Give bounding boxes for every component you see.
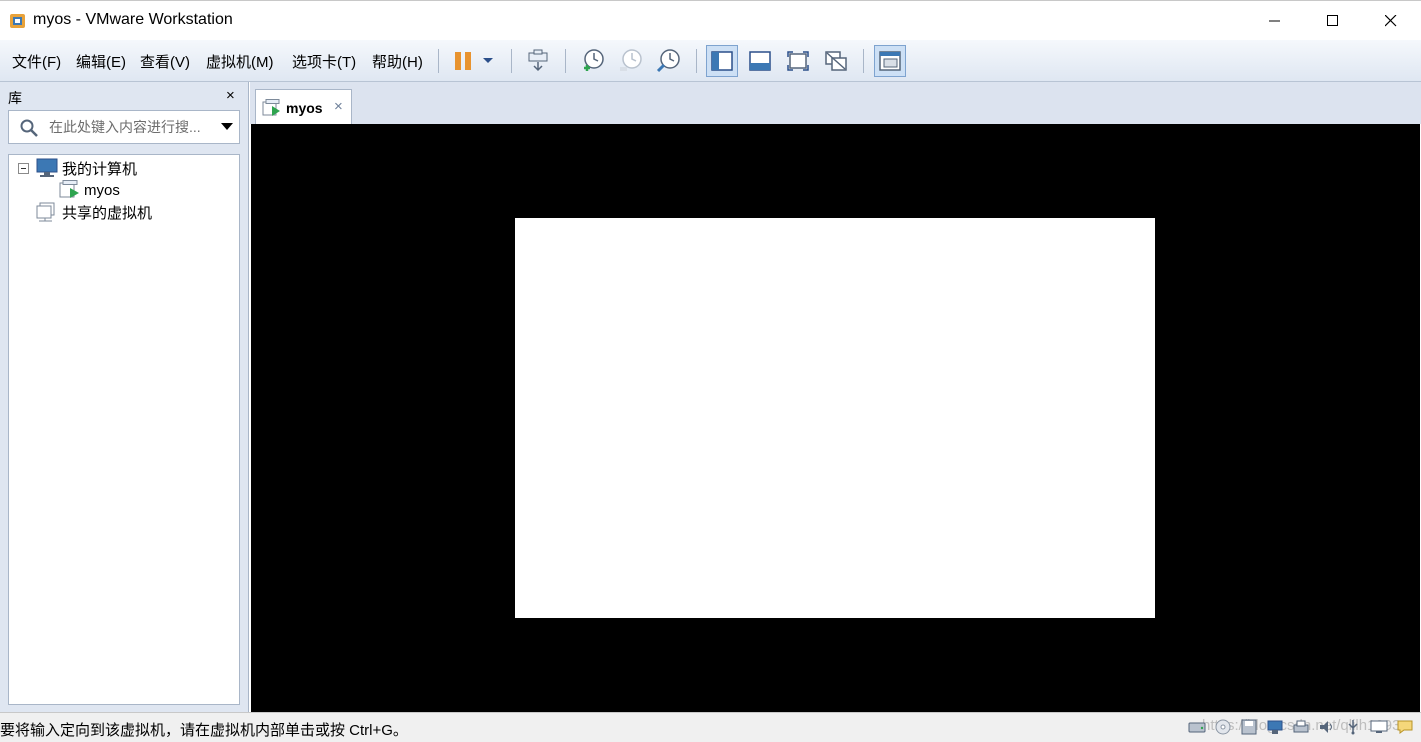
tree-item-my-computer[interactable]: 我的计算机 (36, 158, 137, 178)
maximize-button[interactable] (1304, 1, 1362, 41)
take-snapshot-button[interactable] (576, 45, 608, 77)
unity-icon (825, 51, 847, 71)
menu-vm[interactable]: 虚拟机(M) (206, 51, 274, 72)
toolbar-separator (511, 49, 512, 73)
hard-disk-icon[interactable] (1188, 719, 1206, 735)
tree-item-label: 我的计算机 (62, 160, 138, 178)
tree-item-shared-vms[interactable]: 共享的虚拟机 (36, 202, 152, 222)
maximize-icon (1327, 15, 1338, 26)
dropdown-arrow-icon (483, 58, 493, 63)
pause-icon (455, 52, 471, 70)
send-ctrl-alt-del-icon (528, 49, 548, 72)
floppy-icon[interactable] (1240, 719, 1258, 735)
display-icon[interactable] (1370, 719, 1388, 735)
library-close-button[interactable]: × (226, 88, 235, 103)
tab-strip: myos × (250, 82, 1421, 124)
close-icon (1385, 15, 1397, 27)
shared-vm-icon (36, 202, 55, 222)
cd-dvd-icon[interactable] (1214, 719, 1232, 735)
toolbar-separator (438, 49, 439, 73)
tab-myos[interactable]: myos × (255, 89, 352, 124)
show-library-icon (711, 51, 733, 71)
search-icon (20, 119, 38, 137)
status-bar: 要将输入定向到该虚拟机，请在虚拟机内部单击或按 Ctrl+G。 https://… (0, 712, 1421, 742)
library-pane: 库 × 我的计算机 myos 共享的虚拟机 (0, 82, 249, 712)
library-title: 库 (8, 90, 22, 106)
minimize-icon (1269, 20, 1280, 22)
take-snapshot-icon (584, 49, 604, 71)
send-ctrl-alt-del-button[interactable] (522, 45, 554, 77)
show-thumbnail-button[interactable] (744, 45, 776, 77)
vm-display[interactable] (515, 218, 1155, 618)
sound-card-icon[interactable] (1318, 719, 1336, 735)
minimize-button[interactable] (1246, 1, 1304, 41)
vm-console[interactable] (251, 124, 1420, 712)
full-screen-button[interactable] (782, 45, 814, 77)
snapshot-manager-icon (656, 49, 680, 73)
power-dropdown-button[interactable] (476, 45, 500, 77)
snapshot-manager-button[interactable] (652, 45, 684, 77)
tree-item-myos[interactable]: myos (59, 180, 120, 200)
menu-file[interactable]: 文件(F) (12, 51, 61, 72)
toolbar-separator (565, 49, 566, 73)
message-log-icon[interactable] (1396, 719, 1414, 735)
revert-snapshot-icon (620, 49, 642, 71)
computer-icon (36, 158, 58, 177)
menu-toolbar-bar: 文件(F) 编辑(E) 查看(V) 虚拟机(M) 选项卡(T) 帮助(H) (0, 40, 1421, 82)
menu-help[interactable]: 帮助(H) (372, 51, 423, 72)
network-adapter-icon[interactable] (1266, 719, 1284, 735)
usb-device-icon[interactable] (1344, 719, 1362, 735)
window-title: myos - VMware Workstation (33, 11, 233, 28)
revert-snapshot-button[interactable] (614, 45, 646, 77)
show-thumbnail-icon (749, 51, 771, 71)
menu-view[interactable]: 查看(V) (140, 51, 190, 72)
console-view-button[interactable] (874, 45, 906, 77)
show-library-button[interactable] (706, 45, 738, 77)
tab-label: myos (286, 100, 323, 116)
tree-item-label: 共享的虚拟机 (62, 204, 153, 222)
tab-close-button[interactable]: × (334, 98, 343, 115)
vm-running-icon (262, 99, 280, 116)
close-button[interactable] (1362, 1, 1420, 41)
search-dropdown-icon[interactable] (221, 123, 233, 131)
full-screen-icon (787, 51, 809, 71)
menu-tabs[interactable]: 选项卡(T) (292, 51, 356, 72)
tree-item-label: myos (84, 181, 120, 199)
library-tree: 我的计算机 myos 共享的虚拟机 (8, 154, 240, 705)
toolbar-separator (696, 49, 697, 73)
toolbar-separator (863, 49, 864, 73)
printer-icon[interactable] (1292, 719, 1310, 735)
title-bar: myos - VMware Workstation (0, 0, 1421, 40)
menu-edit[interactable]: 编辑(E) (76, 51, 126, 72)
pause-button[interactable] (447, 45, 479, 77)
collapse-toggle-icon[interactable] (18, 163, 29, 174)
status-message: 要将输入定向到该虚拟机，请在虚拟机内部单击或按 Ctrl+G。 (0, 722, 408, 739)
vm-running-icon (59, 180, 79, 198)
library-search-input[interactable] (49, 112, 214, 142)
library-search-box (8, 110, 240, 144)
vmware-app-icon (10, 14, 25, 28)
unity-button[interactable] (820, 45, 852, 77)
console-view-icon (879, 51, 901, 71)
